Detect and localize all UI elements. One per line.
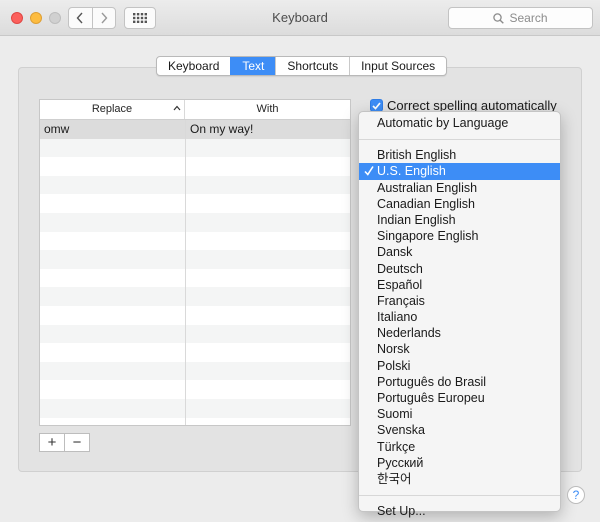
menu-item-language[interactable]: Español [359,277,560,293]
checkmark-icon [372,101,381,110]
with-cell[interactable]: On my way! [185,120,350,139]
back-button[interactable] [69,8,92,28]
show-all-button[interactable] [124,7,156,29]
menu-separator [359,139,560,141]
tab-shortcuts[interactable]: Shortcuts [275,57,349,75]
menu-item-language[interactable]: Türkçe [359,439,560,455]
table-row[interactable]: omw On my way! [40,120,350,139]
empty-row [40,175,350,195]
menu-item-language[interactable]: Italiano [359,309,560,325]
empty-row [40,361,350,381]
column-divider [185,120,186,425]
zoom-window-button[interactable] [49,12,61,24]
empty-row [40,138,350,158]
menu-item-language[interactable]: Nederlands [359,325,560,341]
menu-item-language[interactable]: Indian English [359,212,560,228]
chevron-left-icon [76,12,83,24]
empty-row [40,269,350,288]
menu-item-language[interactable]: Русский [359,455,560,471]
menu-item-language[interactable]: Svenska [359,422,560,438]
menu-item-set-up[interactable]: Set Up... [359,503,560,519]
forward-button[interactable] [91,8,116,28]
empty-row [40,324,350,344]
chevron-right-icon [101,12,108,24]
menu-item-language-selected[interactable]: U.S. English [359,163,560,180]
remove-replacement-button[interactable]: − [64,434,89,451]
tab-keyboard[interactable]: Keyboard [157,57,230,75]
grid-icon [133,13,147,23]
sort-up-icon [173,105,181,111]
table-header: Replace With [40,100,350,120]
checkmark-icon [364,166,374,177]
table-body: omw On my way! [40,120,350,425]
column-header-replace-label: Replace [91,103,133,115]
help-button[interactable]: ? [567,486,585,504]
empty-row [40,287,350,306]
menu-item-language[interactable]: Polski [359,358,560,374]
menu-item-language[interactable]: Português Europeu [359,390,560,406]
menu-item-language[interactable]: 한국어 [359,471,560,487]
menu-item-language[interactable]: Canadian English [359,196,560,212]
menu-item-language[interactable]: Français [359,293,560,309]
empty-row [40,250,350,269]
column-header-replace[interactable]: Replace [40,100,185,119]
menu-separator [359,495,560,497]
menu-item-language[interactable]: Suomi [359,406,560,422]
menu-item-language[interactable]: British English [359,147,560,163]
empty-row [40,398,350,418]
title-bar: Keyboard Search [0,0,600,36]
search-icon [493,12,505,24]
selected-language-label: U.S. English [377,164,446,179]
menu-item-language[interactable]: Norsk [359,341,560,357]
menu-item-language[interactable]: Deutsch [359,261,560,277]
text-replacement-table: Replace With omw On my way! [39,99,351,426]
language-dropdown-menu: Automatic by Language British English U.… [358,111,561,518]
empty-row [40,380,350,399]
tab-bar: Keyboard Text Shortcuts Input Sources [156,56,448,76]
empty-row [40,306,350,325]
empty-row [40,157,350,176]
replace-cell[interactable]: omw [40,120,185,139]
column-header-with[interactable]: With [185,100,350,119]
table-controls: + − [39,433,90,452]
empty-row [40,343,350,362]
minimize-window-button[interactable] [30,12,42,24]
tab-text[interactable]: Text [230,57,276,75]
empty-row [40,194,350,213]
search-placeholder: Search [509,11,548,25]
menu-item-language[interactable]: Singapore English [359,228,560,244]
menu-item-automatic[interactable]: Automatic by Language [359,115,560,131]
close-window-button[interactable] [11,12,23,24]
empty-row [40,232,350,251]
add-replacement-button[interactable]: + [40,434,64,451]
empty-row [40,212,350,232]
menu-item-language[interactable]: Dansk [359,244,560,260]
tab-input-sources[interactable]: Input Sources [349,57,446,75]
navigation-buttons [68,7,116,29]
menu-item-language[interactable]: Australian English [359,180,560,196]
search-input[interactable]: Search [448,7,593,29]
menu-item-language[interactable]: Português do Brasil [359,374,560,390]
